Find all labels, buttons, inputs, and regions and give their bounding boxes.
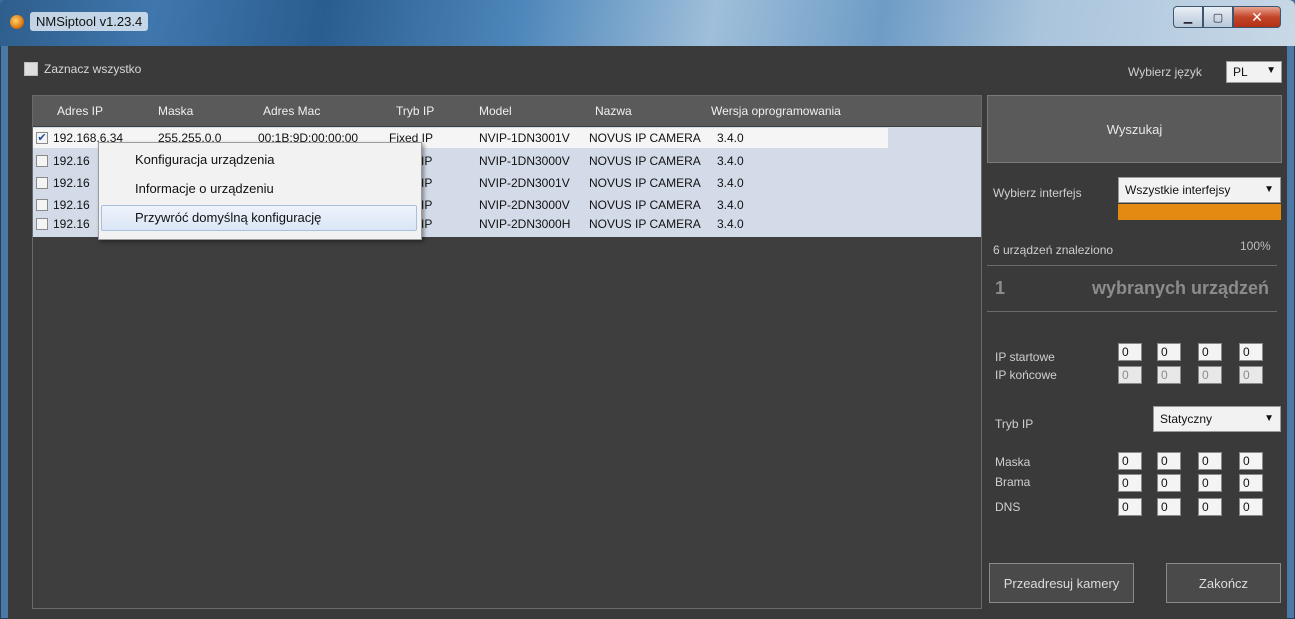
ip-start-octet-4[interactable]: 0 [1239,343,1263,361]
divider [987,265,1277,266]
row-checkbox[interactable] [36,177,48,189]
ip-end-octet-3[interactable]: 0 [1198,366,1222,384]
cell-ip: 192.16 [53,198,90,212]
chevron-down-icon: ▼ [1264,184,1274,195]
dns-octet-1[interactable]: 0 [1118,498,1142,516]
table-header: Adres IP Maska Adres Mac Tryb IP Model N… [33,96,981,126]
cell-ip: 192.16 [53,154,90,168]
window-controls: ▁ ▢ ✕ [1173,6,1281,28]
cell-version: 3.4.0 [717,217,744,231]
column-header-mode[interactable]: Tryb IP [396,104,434,118]
interface-value: Wszystkie interfejsy [1125,183,1231,197]
gateway-label: Brama [995,475,1031,489]
cell-model: NVIP-2DN3000V [479,198,570,212]
column-header-name[interactable]: Nazwa [595,104,632,118]
select-all-checkbox[interactable]: Zaznacz wszystko [24,62,141,76]
context-menu: Konfiguracja urządzenia Informacje o urz… [98,142,422,240]
divider [987,311,1277,312]
mask-octet-4[interactable]: 0 [1239,452,1263,470]
gateway-octet-2[interactable]: 0 [1157,474,1181,492]
interface-label: Wybierz interfejs [993,186,1082,200]
row-checkbox[interactable] [36,155,48,167]
mask-octet-3[interactable]: 0 [1198,452,1222,470]
search-progress-bar [1118,204,1281,220]
ip-mode-label: Tryb IP [995,417,1034,431]
ip-end-octet-2[interactable]: 0 [1157,366,1181,384]
settings-panel: Wyszukaj Wybierz interfejs Wszystkie int… [987,95,1287,609]
selected-devices-label: wybranych urządzeń [1092,278,1270,298]
cell-version: 3.4.0 [717,198,744,212]
gateway-octet-1[interactable]: 0 [1118,474,1142,492]
mask-octet-2[interactable]: 0 [1157,452,1181,470]
cell-model: NVIP-1DN3001V [479,131,570,145]
readdress-cameras-button[interactable]: Przeadresuj kamery [989,563,1134,603]
app-logo-icon [10,15,24,29]
finish-button[interactable]: Zakończ [1166,563,1281,603]
language-label: Wybierz język [1128,65,1202,79]
window-title: NMSiptool v1.23.4 [30,12,149,31]
cell-model: NVIP-2DN3001V [479,176,570,190]
row-checkbox[interactable] [36,199,48,211]
cell-model: NVIP-2DN3000H [479,217,571,231]
maximize-button[interactable]: ▢ [1203,6,1233,28]
mask-octet-1[interactable]: 0 [1118,452,1142,470]
ip-start-octet-1[interactable]: 0 [1118,343,1142,361]
cell-version: 3.4.0 [717,176,744,190]
ip-end-octet-4[interactable]: 0 [1239,366,1263,384]
cell-ip: 192.16 [53,176,90,190]
column-header-version[interactable]: Wersja oprogramowania [711,104,841,118]
dns-octet-3[interactable]: 0 [1198,498,1222,516]
column-header-mask[interactable]: Maska [158,104,193,118]
row-checkbox[interactable]: ✔ [36,132,48,144]
menu-item-restore-defaults[interactable]: Przywróć domyślną konfigurację [101,205,417,231]
menu-item-device-config[interactable]: Konfiguracja urządzenia [101,147,417,173]
maximize-icon: ▢ [1212,11,1224,24]
cell-version: 3.4.0 [717,154,744,168]
interface-select[interactable]: Wszystkie interfejsy ▼ [1118,177,1281,203]
ip-end-octet-1[interactable]: 0 [1118,366,1142,384]
checkbox-icon[interactable] [24,62,38,76]
selected-count: 1 [995,278,1006,298]
ip-start-octet-3[interactable]: 0 [1198,343,1222,361]
cell-name: NOVUS IP CAMERA [589,131,701,145]
close-button[interactable]: ✕ [1233,6,1281,28]
row-checkbox[interactable] [36,218,48,230]
app-window: NMSiptool v1.23.4 ▁ ▢ ✕ Zaznacz wszystko… [0,0,1295,619]
column-header-mac[interactable]: Adres Mac [263,104,320,118]
language-value: PL [1233,65,1248,79]
found-devices-text: 6 urządzeń znaleziono [993,243,1114,257]
dns-octet-2[interactable]: 0 [1157,498,1181,516]
gateway-octet-3[interactable]: 0 [1198,474,1222,492]
progress-percent: 100% [1240,239,1271,253]
ip-mode-value: Statyczny [1160,412,1213,426]
cell-name: NOVUS IP CAMERA [589,176,701,190]
cell-name: NOVUS IP CAMERA [589,217,701,231]
cell-model: NVIP-1DN3000V [479,154,570,168]
close-icon: ✕ [1251,8,1263,25]
menu-item-device-info[interactable]: Informacje o urządzeniu [101,176,417,202]
language-select[interactable]: PL ▼ [1226,61,1282,83]
minimize-button[interactable]: ▁ [1173,6,1203,28]
column-header-model[interactable]: Model [479,104,512,118]
chevron-down-icon: ▼ [1266,65,1276,76]
title-bar[interactable]: NMSiptool v1.23.4 ▁ ▢ ✕ [0,0,1295,46]
search-button[interactable]: Wyszukaj [987,95,1282,163]
ip-mode-select[interactable]: Statyczny ▼ [1153,406,1281,432]
column-header-ip[interactable]: Adres IP [57,104,103,118]
cell-name: NOVUS IP CAMERA [589,198,701,212]
ip-end-label: IP końcowe [995,368,1057,382]
cell-ip: 192.16 [53,217,90,231]
mask-label: Maska [995,455,1031,469]
ip-start-octet-2[interactable]: 0 [1157,343,1181,361]
select-all-label: Zaznacz wszystko [44,62,142,76]
dns-label: DNS [995,500,1021,514]
dns-octet-4[interactable]: 0 [1239,498,1263,516]
gateway-octet-4[interactable]: 0 [1239,474,1263,492]
minimize-icon: ▁ [1183,11,1193,24]
chevron-down-icon: ▼ [1264,413,1274,424]
ip-start-label: IP startowe [995,350,1055,364]
cell-version: 3.4.0 [717,131,744,145]
cell-name: NOVUS IP CAMERA [589,154,701,168]
